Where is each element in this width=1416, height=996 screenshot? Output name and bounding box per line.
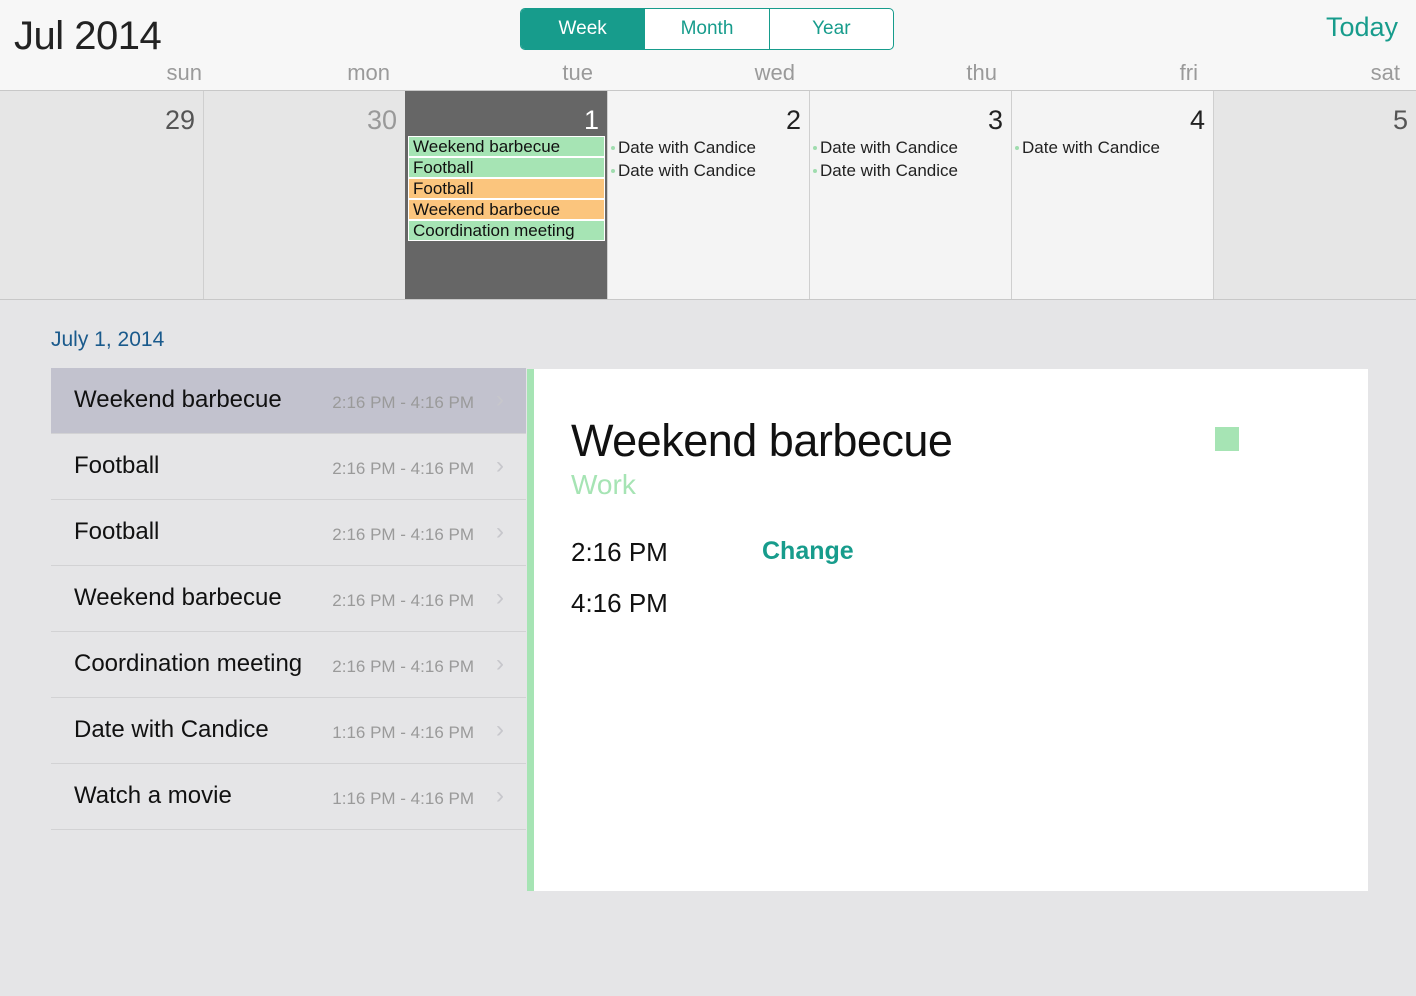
event-time: 2:16 PM - 4:16 PM	[332, 657, 474, 676]
chevron-right-icon: ›	[496, 716, 504, 743]
event-time: 2:16 PM - 4:16 PM	[332, 459, 474, 478]
event-time: 1:16 PM - 4:16 PM	[332, 789, 474, 808]
list-item[interactable]: Date with Candice 1:16 PM - 4:16 PM ›	[51, 698, 526, 764]
day-cell-4[interactable]: 4 Date with Candice	[1011, 91, 1213, 299]
event-title: Date with Candice	[74, 716, 269, 743]
view-switcher: Week Month Year	[520, 8, 894, 50]
day-number: 1	[583, 105, 599, 135]
event-detail-title: Weekend barbecue	[571, 415, 953, 466]
chevron-right-icon: ›	[496, 452, 504, 479]
list-item[interactable]: Football 2:16 PM - 4:16 PM ›	[51, 434, 526, 500]
weekday-label: fri	[1179, 60, 1198, 85]
event-detail-panel: Weekend barbecue Work 2:16 PM Change 4:1…	[534, 369, 1368, 891]
month-title: Jul 2014	[14, 14, 162, 58]
tab-week[interactable]: Week	[521, 9, 645, 49]
event-title: Football	[74, 452, 160, 479]
detail-calendar-accent-bar	[527, 369, 534, 891]
calendar-event[interactable]: Date with Candice	[810, 159, 1011, 182]
tab-month[interactable]: Month	[644, 9, 768, 49]
weekday-label: mon	[347, 60, 390, 85]
calendar-event[interactable]: Date with Candice	[608, 159, 809, 182]
calendar-color-swatch	[1215, 427, 1239, 451]
list-item[interactable]: Weekend barbecue 2:16 PM - 4:16 PM ›	[51, 566, 526, 632]
event-end-time: 4:16 PM	[571, 588, 668, 618]
weekday-label: sat	[1370, 60, 1400, 85]
day-event-list: Date with Candice	[1012, 136, 1213, 159]
day-cell-29[interactable]: 29	[0, 91, 203, 299]
day-cell-1-selected[interactable]: 1 Weekend barbecue Football Football Wee…	[405, 91, 607, 299]
day-event-list: Date with Candice Date with Candice	[608, 136, 809, 182]
event-title: Football	[74, 518, 160, 545]
list-item[interactable]: Watch a movie 1:16 PM - 4:16 PM ›	[51, 764, 526, 830]
calendar-event[interactable]: Football	[408, 178, 605, 199]
chevron-right-icon: ›	[496, 782, 504, 809]
event-title: Coordination meeting	[74, 650, 303, 677]
day-event-list: Weekend barbecue Football Football Weeke…	[406, 136, 607, 241]
event-time: 2:16 PM - 4:16 PM	[332, 393, 474, 412]
calendar-header: Jul 2014 Week Month Year Today sun mon t…	[0, 0, 1416, 90]
event-time: 1:16 PM - 4:16 PM	[332, 723, 474, 742]
week-grid: 29 30 1 Weekend barbecue Football Footba…	[0, 90, 1416, 300]
event-title: Weekend barbecue	[74, 386, 282, 413]
weekday-label: tue	[562, 60, 593, 85]
list-item[interactable]: Football 2:16 PM - 4:16 PM ›	[51, 500, 526, 566]
event-time: 2:16 PM - 4:16 PM	[332, 525, 474, 544]
calendar-event[interactable]: Date with Candice	[810, 136, 1011, 159]
chevron-right-icon: ›	[496, 386, 504, 413]
weekday-label: sun	[166, 60, 202, 85]
event-start-time: 2:16 PM	[571, 537, 668, 567]
tab-year[interactable]: Year	[768, 9, 893, 49]
day-cell-30[interactable]: 30	[203, 91, 405, 299]
day-event-table: Weekend barbecue 2:16 PM - 4:16 PM › Foo…	[51, 368, 526, 830]
event-calendar-name: Work	[571, 469, 636, 500]
chevron-right-icon: ›	[496, 584, 504, 611]
day-cell-2[interactable]: 2 Date with Candice Date with Candice	[607, 91, 809, 299]
today-button[interactable]: Today	[1326, 12, 1398, 43]
day-number: 2	[785, 105, 801, 135]
weekday-label: thu	[966, 60, 997, 85]
day-event-list: Date with Candice Date with Candice	[810, 136, 1011, 182]
calendar-event[interactable]: Date with Candice	[608, 136, 809, 159]
day-number: 3	[987, 105, 1003, 135]
day-number: 30	[366, 105, 397, 135]
chevron-right-icon: ›	[496, 650, 504, 677]
list-item[interactable]: Weekend barbecue 2:16 PM - 4:16 PM ›	[51, 368, 526, 434]
calendar-event[interactable]: Weekend barbecue	[408, 199, 605, 220]
day-number: 5	[1392, 105, 1408, 135]
calendar-event[interactable]: Date with Candice	[1012, 136, 1213, 159]
calendar-event[interactable]: Coordination meeting	[408, 220, 605, 241]
event-time: 2:16 PM - 4:16 PM	[332, 591, 474, 610]
change-button[interactable]: Change	[762, 537, 854, 566]
chevron-right-icon: ›	[496, 518, 504, 545]
calendar-event[interactable]: Weekend barbecue	[408, 136, 605, 157]
selected-date-heading: July 1, 2014	[51, 328, 165, 351]
day-cell-3[interactable]: 3 Date with Candice Date with Candice	[809, 91, 1011, 299]
event-title: Watch a movie	[74, 782, 232, 809]
day-cell-5[interactable]: 5	[1213, 91, 1416, 299]
day-number: 29	[164, 105, 195, 135]
list-item[interactable]: Coordination meeting 2:16 PM - 4:16 PM ›	[51, 632, 526, 698]
day-number: 4	[1189, 105, 1205, 135]
event-title: Weekend barbecue	[74, 584, 282, 611]
calendar-event[interactable]: Football	[408, 157, 605, 178]
weekday-header-row: sun mon tue wed thu fri sat	[0, 60, 1416, 90]
weekday-label: wed	[754, 60, 795, 85]
